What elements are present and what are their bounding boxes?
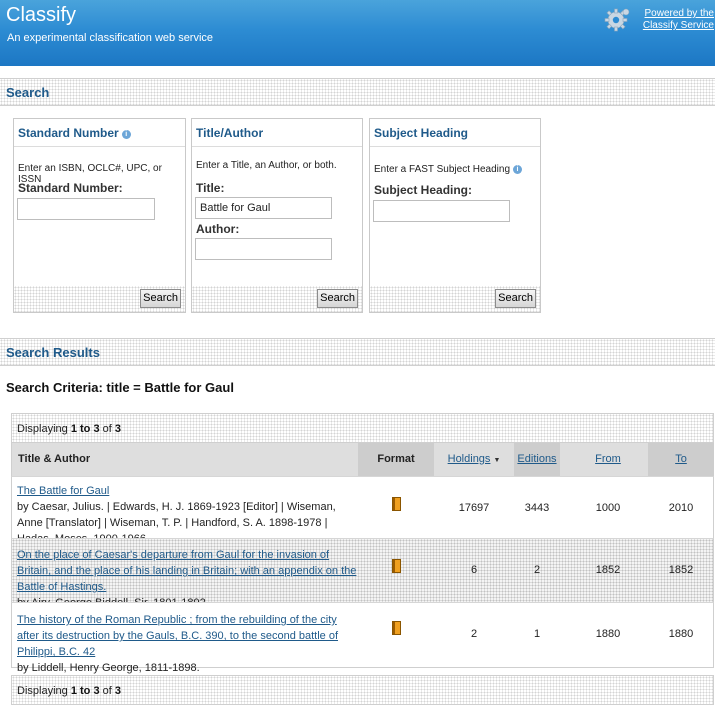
result-editions: 1	[533, 628, 541, 640]
table-header: Title & Author Format Holdings ▼ Editions…	[11, 443, 714, 476]
subject-heading-hint: Enter a FAST Subject Heading i	[374, 164, 523, 175]
title-input[interactable]: Battle for Gaul	[195, 197, 332, 219]
display-from: 1	[70, 685, 77, 697]
display-count-text: Displaying 1 to 3 of 3	[17, 685, 121, 697]
panel-footer: Search	[192, 286, 362, 312]
column-holdings-label[interactable]: Holdings	[448, 453, 491, 465]
column-to[interactable]: To	[648, 443, 714, 476]
column-editions[interactable]: Editions	[514, 443, 560, 476]
display-count-text: Displaying 1 to 3 of 3	[17, 423, 121, 435]
panel-body: Enter an ISBN, OCLC#, UPC, or ISSN Stand…	[14, 148, 185, 287]
display-of-word: of	[102, 423, 112, 435]
result-from: 1880	[595, 628, 621, 640]
search-section-bar: Search	[0, 78, 715, 106]
panel-header: Subject Heading	[370, 119, 540, 147]
subject-heading-label: Subject Heading:	[374, 183, 473, 197]
result-title-link[interactable]: The history of the Roman Republic ; from…	[17, 612, 357, 660]
subject-heading-hint-text: Enter a FAST Subject Heading	[374, 164, 511, 175]
app-tagline: An experimental classification web servi…	[7, 32, 214, 44]
title-author-search-button[interactable]: Search	[317, 289, 358, 308]
display-count-bottom: Displaying 1 to 3 of 3	[11, 675, 714, 705]
panel-header: Standard Number i	[14, 119, 185, 147]
display-prefix: Displaying	[17, 423, 68, 435]
result-holdings: 17697	[458, 502, 490, 514]
result-title-link[interactable]: On the place of Caesar's departure from …	[17, 547, 357, 595]
display-to: 3	[93, 685, 100, 697]
column-format: Format	[358, 443, 434, 476]
info-icon[interactable]: i	[121, 130, 131, 139]
result-to: 1880	[668, 628, 694, 640]
book-icon	[392, 497, 401, 511]
column-from[interactable]: From	[560, 443, 656, 476]
result-from: 1852	[595, 564, 621, 576]
result-holdings: 2	[470, 628, 478, 640]
search-criteria: Search Criteria: title = Battle for Gaul	[6, 380, 234, 395]
display-count-top: Displaying 1 to 3 of 3	[11, 413, 714, 443]
result-authors: by Liddell, Henry George, 1811-1898.	[17, 662, 200, 674]
panel-body: Enter a FAST Subject Heading i Subject He…	[370, 148, 540, 287]
panel-title: Subject Heading	[374, 126, 469, 140]
search-section-title: Search	[6, 85, 50, 100]
search-results-section-bar: Search Results	[0, 338, 715, 366]
powered-by-link[interactable]: Powered by the Classify Service	[632, 8, 714, 32]
standard-number-search-button[interactable]: Search	[140, 289, 181, 308]
result-editions: 2	[533, 564, 541, 576]
panel-footer: Search	[14, 286, 185, 312]
title-label: Title:	[196, 181, 225, 195]
info-icon[interactable]: i	[513, 165, 523, 174]
standard-number-panel: Standard Number i Enter an ISBN, OCLC#, U…	[13, 118, 186, 313]
column-holdings[interactable]: Holdings ▼	[434, 443, 514, 476]
book-icon	[392, 621, 401, 635]
standard-number-label: Standard Number:	[18, 181, 123, 195]
result-title-author: The history of the Roman Republic ; from…	[17, 612, 357, 676]
result-holdings: 6	[470, 564, 478, 576]
result-to: 2010	[668, 502, 694, 514]
app-header: Classify An experimental classification …	[0, 0, 715, 66]
book-icon	[392, 559, 401, 573]
result-title-link[interactable]: The Battle for Gaul	[17, 483, 352, 499]
display-from: 1	[70, 423, 77, 435]
display-to-word: to	[80, 685, 91, 697]
author-label: Author:	[196, 222, 240, 236]
subject-heading-panel: Subject Heading Enter a FAST Subject Hea…	[369, 118, 541, 313]
display-total: 3	[114, 685, 122, 697]
display-to: 3	[93, 423, 100, 435]
display-total: 3	[114, 423, 122, 435]
panel-footer: Search	[370, 286, 540, 312]
sort-down-icon: ▼	[493, 457, 501, 464]
column-title-author: Title & Author	[18, 453, 91, 465]
result-from: 1000	[595, 502, 621, 514]
table-row: The history of the Roman Republic ; from…	[11, 602, 714, 674]
panel-title-text: Standard Number	[18, 126, 119, 140]
panel-title: Title/Author	[196, 126, 264, 140]
results-table: Displaying 1 to 3 of 3 Title & Author Fo…	[11, 413, 714, 705]
panel-body: Enter a Title, an Author, or both. Title…	[192, 148, 362, 287]
result-to: 1852	[668, 564, 694, 576]
title-author-hint: Enter a Title, an Author, or both.	[196, 160, 337, 171]
author-input[interactable]	[195, 238, 332, 260]
app-title[interactable]: Classify	[6, 4, 76, 27]
display-of-word: of	[102, 685, 112, 697]
search-results-title: Search Results	[6, 345, 100, 360]
gear-icon	[604, 8, 630, 32]
table-row: The Battle for Gaul by Caesar, Julius. |…	[11, 476, 714, 545]
result-editions: 3443	[524, 502, 550, 514]
panel-header: Title/Author	[192, 119, 362, 147]
standard-number-input[interactable]	[17, 198, 155, 220]
panel-title: Standard Number i	[18, 126, 131, 140]
subject-heading-input[interactable]	[373, 200, 510, 222]
display-to-word: to	[80, 423, 91, 435]
display-prefix: Displaying	[17, 685, 68, 697]
title-author-panel: Title/Author Enter a Title, an Author, o…	[191, 118, 363, 313]
table-row: On the place of Caesar's departure from …	[11, 538, 714, 609]
subject-heading-search-button[interactable]: Search	[495, 289, 536, 308]
